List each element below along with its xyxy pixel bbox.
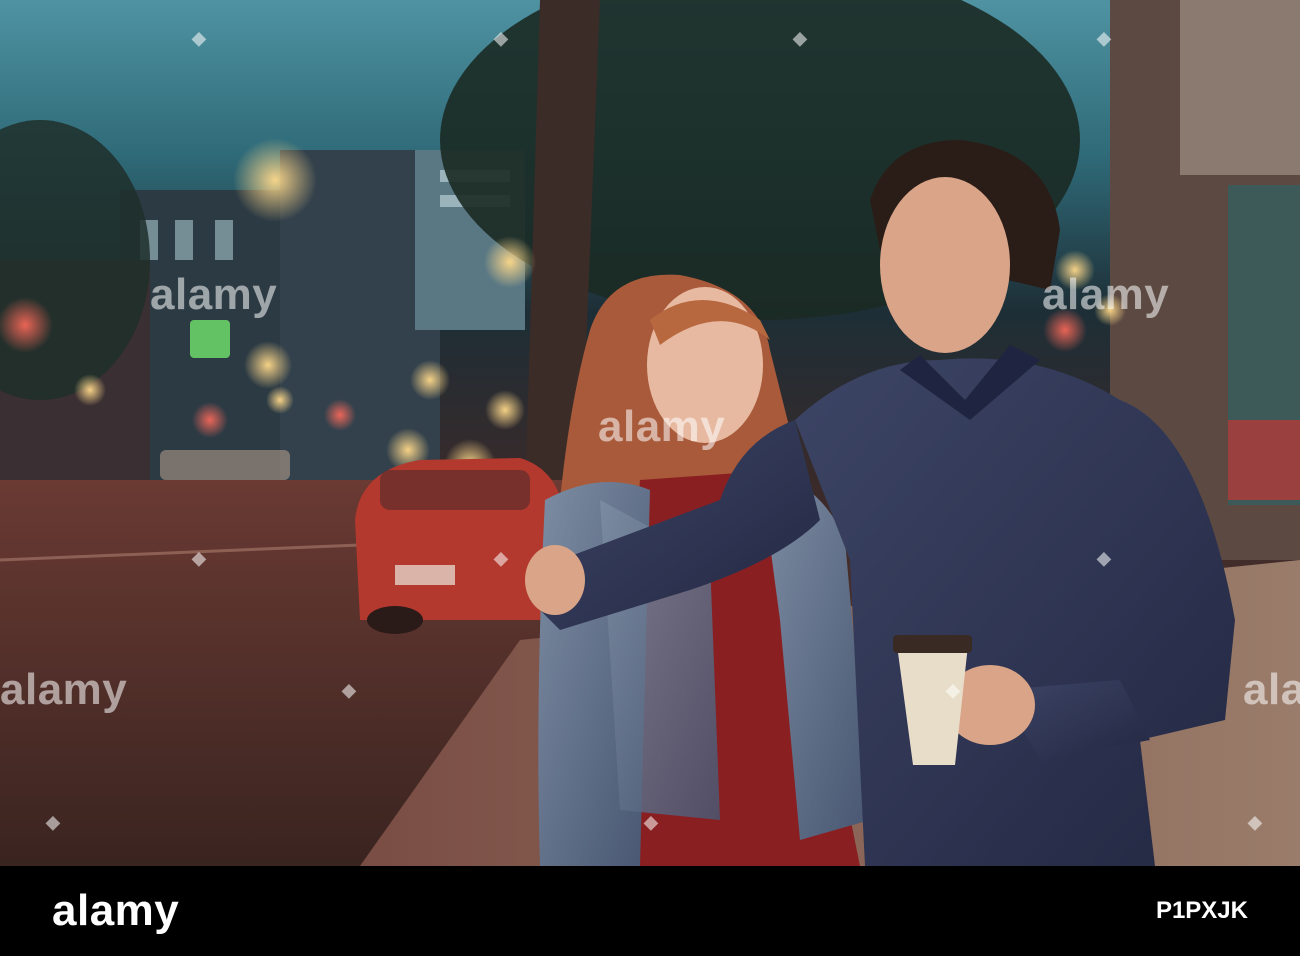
street-scene bbox=[0, 0, 1300, 866]
photograph: alamy alamy alamy alamy alamy ◆ ◆ ◆ ◆ ◆ … bbox=[0, 0, 1300, 866]
footer-logo-text: alamy bbox=[52, 886, 180, 935]
footer-bar: alamy P1PXJK bbox=[0, 866, 1300, 956]
image-id: P1PXJK bbox=[1155, 896, 1248, 924]
footer-logo[interactable]: alamy bbox=[52, 886, 179, 936]
parked-car bbox=[355, 458, 565, 634]
